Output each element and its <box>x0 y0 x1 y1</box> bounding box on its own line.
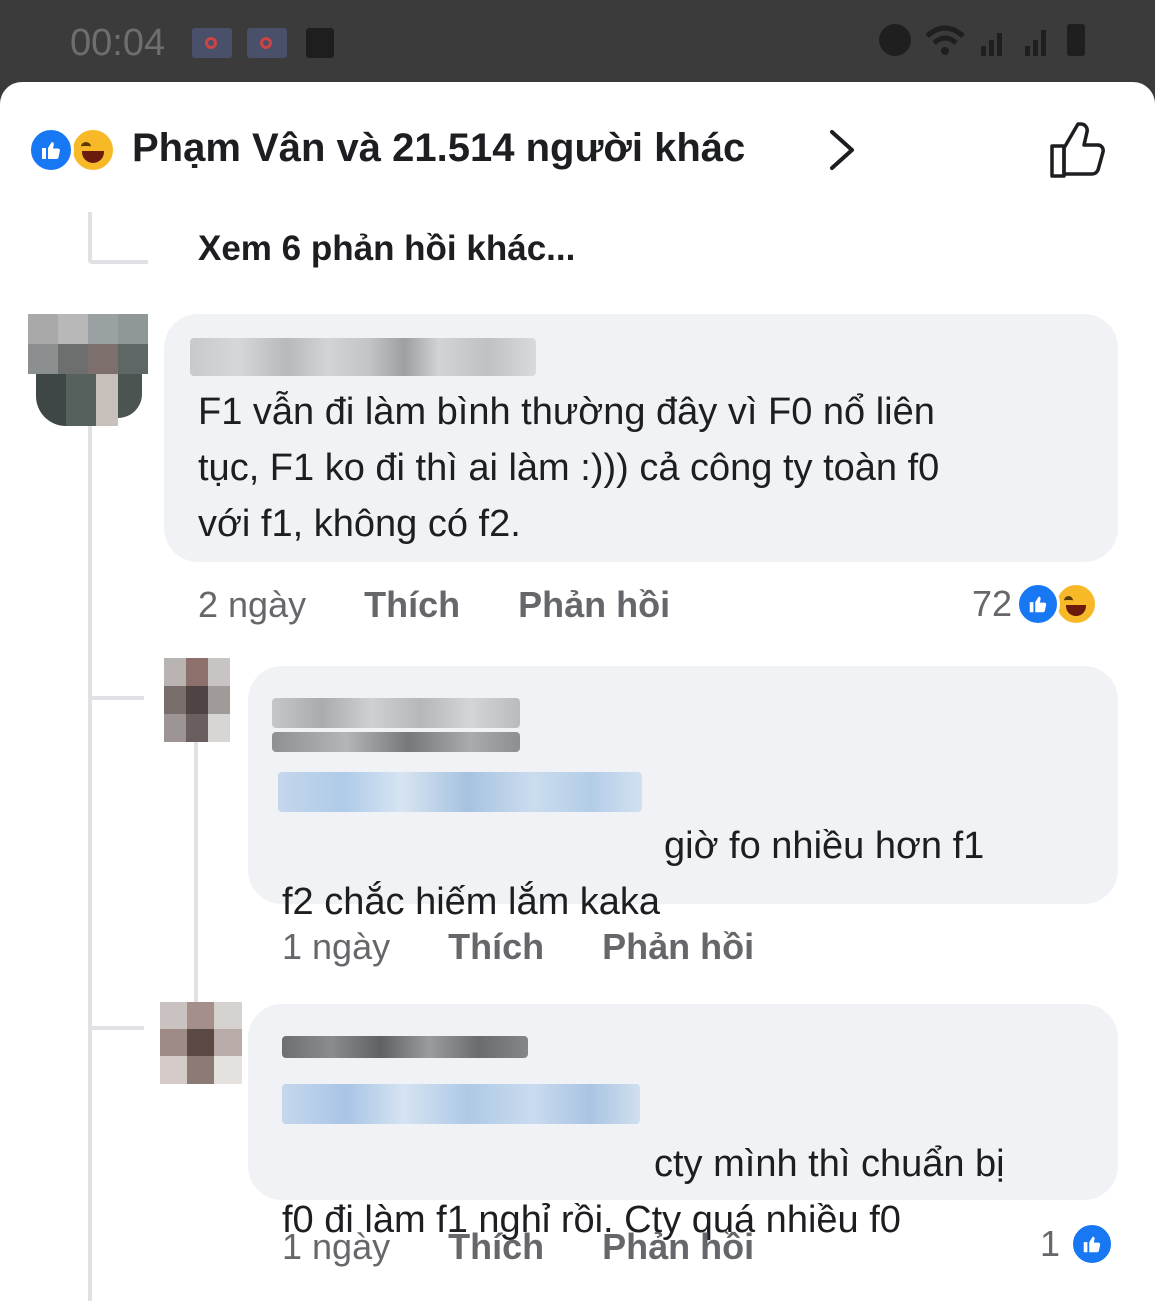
like-reaction-icon <box>28 127 74 173</box>
comment-text: cty mình thì chuẩn bị f0 đi làm f1 nghỉ … <box>282 1080 1102 1248</box>
chevron-right-icon[interactable] <box>814 122 870 178</box>
comment-text: giờ fo nhiều hơn f1 f2 chắc hiếm lắm kak… <box>282 762 1102 930</box>
battery-icon <box>1067 24 1085 56</box>
reaction-count: 72 <box>972 583 1013 624</box>
signal-icon <box>1025 30 1046 56</box>
thread-line <box>88 696 144 700</box>
reactions-header[interactable]: Phạm Vân và 21.514 người khác <box>28 120 1128 180</box>
comment-time[interactable]: 2 ngày <box>198 584 306 626</box>
reaction-count: 1 <box>1040 1223 1061 1264</box>
comment-time[interactable]: 1 ngày <box>282 926 390 968</box>
comment-actions: 1 ngày Thích Phản hồi <box>282 926 754 968</box>
signal-icon <box>981 33 1002 56</box>
reaction-icons <box>28 127 128 173</box>
author-name-redacted <box>282 1036 528 1058</box>
alarm-icon <box>879 24 911 56</box>
reply-text: giờ fo nhiều hơn f1 f2 chắc hiếm lắm kak… <box>282 825 985 923</box>
reactions-summary[interactable]: Phạm Vân và 21.514 người khác <box>132 126 745 171</box>
comment-bubble[interactable]: F1 vẫn đi làm bình thường đây vì F0 nổ l… <box>164 314 1118 562</box>
comment-reactions[interactable]: 72 <box>972 582 1099 626</box>
view-more-replies[interactable]: Xem 6 phản hồi khác... <box>198 229 575 269</box>
avatar[interactable] <box>28 314 148 426</box>
like-button[interactable]: Thích <box>364 584 460 626</box>
haha-reaction-icon <box>1054 582 1099 626</box>
author-name-redacted <box>272 698 520 728</box>
reply-button[interactable]: Phản hồi <box>602 926 754 968</box>
comments-sheet: Phạm Vân và 21.514 người khác Xem 6 phản… <box>0 82 1155 1301</box>
reply-bubble[interactable]: giờ fo nhiều hơn f1 f2 chắc hiếm lắm kak… <box>248 666 1118 923</box>
thread-line <box>194 742 198 1042</box>
thread-line <box>88 260 148 264</box>
thread-line <box>88 424 92 1301</box>
status-time: 00:04 <box>70 22 166 64</box>
like-button[interactable]: Thích <box>448 1226 544 1268</box>
author-subtitle-redacted <box>272 732 520 752</box>
notification-icon <box>192 28 232 58</box>
status-right-icons <box>879 24 1085 56</box>
reply-bubble[interactable]: cty mình thì chuẩn bị f0 đi làm f1 nghỉ … <box>248 1004 1118 1241</box>
thread-line <box>88 212 92 262</box>
comment-time[interactable]: 1 ngày <box>282 1226 390 1268</box>
like-reaction-icon <box>1016 582 1061 626</box>
avatar[interactable] <box>160 1002 242 1084</box>
notification-icon <box>247 28 287 58</box>
like-outline-icon[interactable] <box>1046 120 1110 180</box>
like-button[interactable]: Thích <box>448 926 544 968</box>
haha-reaction-icon <box>70 127 116 173</box>
status-bar: 00:04 <box>0 0 1155 86</box>
reply-button[interactable]: Phản hồi <box>518 584 670 626</box>
comment-actions: 2 ngày Thích Phản hồi <box>198 584 670 626</box>
thread-line <box>88 1026 144 1030</box>
author-name-redacted <box>190 338 536 376</box>
like-reaction-icon <box>1070 1222 1115 1266</box>
reply-button[interactable]: Phản hồi <box>602 1226 754 1268</box>
comment-text: F1 vẫn đi làm bình thường đây vì F0 nổ l… <box>198 391 940 545</box>
avatar[interactable] <box>164 658 230 742</box>
comment-actions: 1 ngày Thích Phản hồi <box>282 1226 754 1268</box>
message-icon <box>306 28 334 58</box>
comment-reactions[interactable]: 1 <box>1040 1222 1115 1266</box>
wifi-icon <box>925 25 965 55</box>
